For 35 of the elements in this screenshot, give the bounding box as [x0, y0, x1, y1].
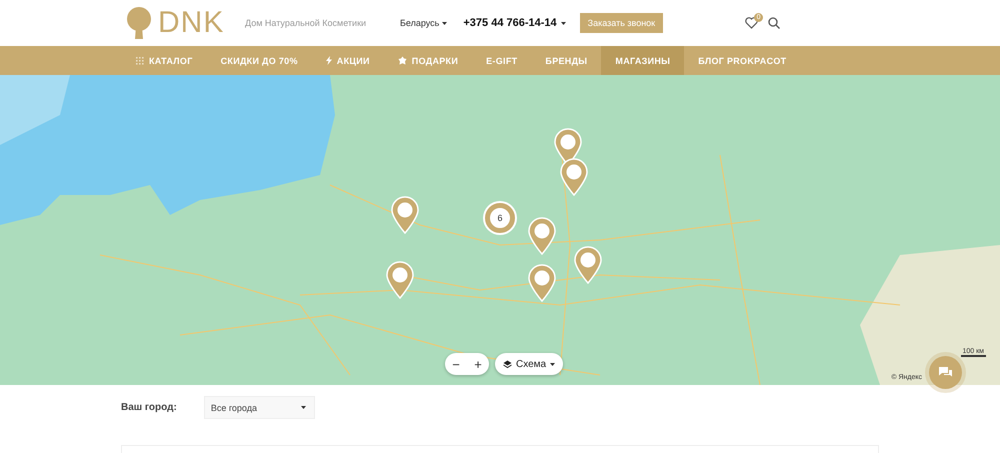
map-pin-icon[interactable] — [391, 196, 419, 234]
heart-icon[interactable] — [745, 17, 758, 29]
search-icon[interactable] — [768, 17, 780, 29]
caret-icon — [550, 362, 556, 366]
nav-tab[interactable]: МАГАЗИНЫ — [601, 46, 684, 75]
region-dropdown[interactable]: Беларусь — [400, 18, 448, 28]
nav-tab[interactable]: СКИДКИ ДО 70% — [206, 46, 312, 75]
caret-icon — [300, 406, 306, 409]
map-pin-icon[interactable] — [528, 217, 556, 255]
lightning-icon — [326, 56, 332, 65]
caret-icon — [442, 22, 448, 24]
layers-icon — [503, 360, 512, 368]
map-pin-icon[interactable] — [560, 158, 588, 196]
nav-tab[interactable]: АКЦИИ — [312, 46, 384, 75]
cluster-marker[interactable]: 6 — [485, 203, 515, 233]
logo-text[interactable]: DNK — [158, 6, 224, 40]
tagline: Дом Натуральной Косметики — [245, 18, 368, 28]
nav-tab[interactable]: ПОДАРКИ — [384, 46, 472, 75]
zoom-out-button[interactable]: − — [445, 353, 467, 375]
city-label: Ваш город: — [121, 402, 177, 413]
nav-tab[interactable]: E-GIFT — [472, 46, 532, 75]
chat-icon — [938, 366, 953, 379]
nav-tab[interactable]: БЛОГ PROKPACOT — [684, 46, 800, 75]
nav-tab[interactable]: БРЕНДЫ — [531, 46, 602, 75]
map-layer-button[interactable]: Схема — [495, 353, 564, 375]
call-request-button[interactable]: Заказать звонок — [580, 13, 664, 33]
grid-icon — [136, 56, 144, 64]
map-pin-icon[interactable] — [528, 264, 556, 302]
caret-icon — [560, 22, 566, 24]
zoom-in-button[interactable]: + — [467, 353, 489, 375]
nav-tab[interactable]: КАТАЛОГ — [122, 46, 207, 75]
map-pin-icon[interactable] — [574, 246, 602, 284]
city-select[interactable]: Все города — [204, 396, 315, 419]
phone-number[interactable]: +375 44 766-14-14 — [463, 17, 566, 29]
map-pin-icon[interactable] — [386, 261, 414, 299]
